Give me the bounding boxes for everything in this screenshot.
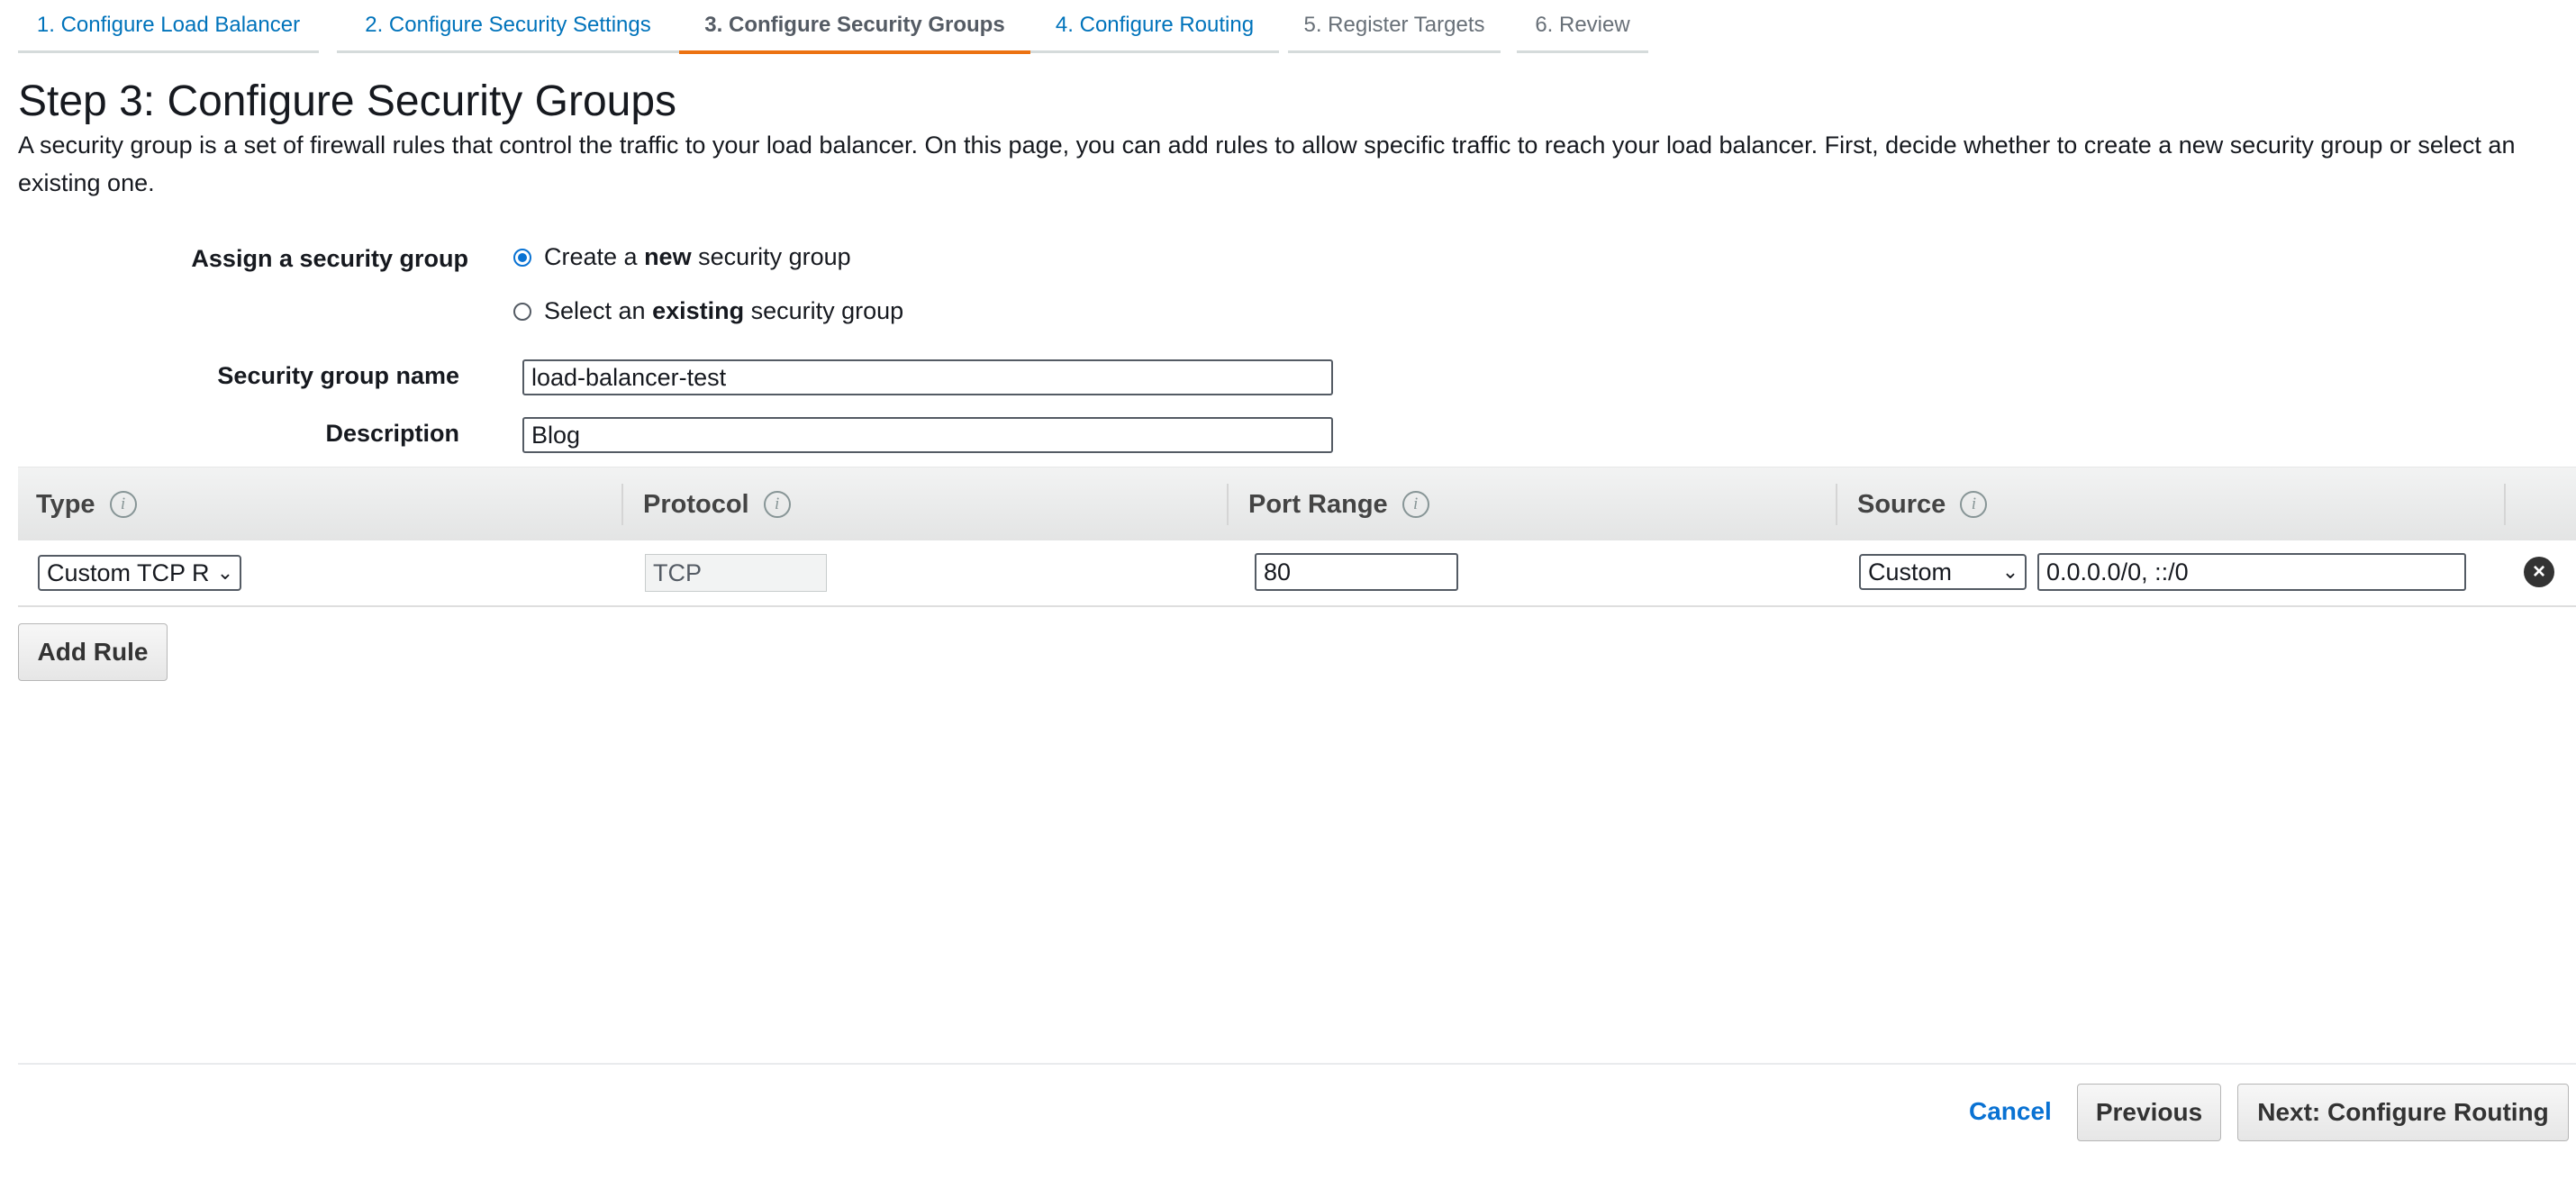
footer-divider (18, 1063, 2576, 1065)
source-select[interactable]: Custom ⌄ (1859, 554, 2027, 590)
tab-configure-load-balancer[interactable]: 1. Configure Load Balancer (18, 0, 319, 53)
source-cidr-input[interactable] (2037, 553, 2466, 591)
column-source-label: Source (1857, 489, 1946, 519)
chevron-down-icon: ⌄ (2000, 556, 2021, 588)
source-select-value: Custom (1868, 558, 1953, 585)
type-info-icon[interactable]: i (109, 491, 137, 518)
port-range-info-icon[interactable]: i (1401, 491, 1429, 518)
security-group-name-input[interactable] (522, 359, 1333, 395)
type-select[interactable]: Custom TCP R ⌄ (38, 555, 241, 591)
column-divider (1836, 484, 1837, 525)
column-divider (2504, 484, 2506, 525)
column-divider (1227, 484, 1229, 525)
option-select-prefix: Select an (544, 297, 653, 324)
type-select-value: Custom TCP R (47, 559, 210, 586)
column-type: Type i (36, 467, 137, 541)
option-select-bold: existing (652, 297, 745, 324)
source-info-icon[interactable]: i (1960, 491, 1988, 518)
chevron-down-icon: ⌄ (214, 557, 236, 589)
page-title: Step 3: Configure Security Groups (18, 77, 677, 125)
description-label: Description (325, 420, 459, 447)
column-protocol-label: Protocol (643, 489, 749, 519)
rules-table-header: Type i Protocol i Port Range i Source i (18, 467, 2576, 543)
table-row: Custom TCP R ⌄ TCP Custom ⌄ × (18, 540, 2576, 607)
security-group-name-label: Security group name (217, 362, 459, 389)
tab-register-targets: 5. Register Targets (1288, 0, 1501, 53)
column-type-label: Type (36, 489, 95, 519)
column-protocol: Protocol i (643, 467, 791, 541)
column-port-range: Port Range i (1248, 467, 1429, 541)
page-description: A security group is a set of firewall ru… (18, 132, 2516, 196)
tab-review: 6. Review (1517, 0, 1648, 53)
remove-rule-icon[interactable]: × (2524, 557, 2554, 587)
description-input[interactable] (522, 417, 1333, 453)
add-rule-button[interactable]: Add Rule (18, 623, 168, 681)
protocol-field: TCP (645, 554, 827, 592)
option-select-label: Select an existing security group (544, 297, 903, 325)
tab-configure-routing[interactable]: 4. Configure Routing (1030, 0, 1279, 53)
option-create-suffix: security group (691, 243, 851, 270)
tab-configure-security-settings[interactable]: 2. Configure Security Settings (337, 0, 679, 53)
previous-button[interactable]: Previous (2077, 1084, 2221, 1141)
column-source: Source i (1857, 467, 1988, 541)
radio-create-new[interactable] (513, 248, 531, 267)
option-create-label: Create a new security group (544, 243, 851, 271)
column-divider (621, 484, 623, 525)
next-configure-routing-button[interactable]: Next: Configure Routing (2237, 1084, 2569, 1141)
port-range-input[interactable] (1255, 553, 1458, 591)
assign-security-group-label: Assign a security group (191, 245, 468, 272)
radio-select-existing[interactable] (513, 302, 531, 321)
option-create-new-security-group[interactable]: Create a new security group (513, 243, 851, 271)
option-select-suffix: security group (744, 297, 904, 324)
protocol-info-icon[interactable]: i (763, 491, 791, 518)
column-port-range-label: Port Range (1248, 489, 1388, 519)
cancel-button[interactable]: Cancel (1969, 1097, 2052, 1126)
tab-configure-security-groups[interactable]: 3. Configure Security Groups (679, 0, 1030, 54)
option-select-existing-security-group[interactable]: Select an existing security group (513, 297, 903, 325)
option-create-prefix: Create a (544, 243, 645, 270)
option-create-bold: new (644, 243, 692, 270)
